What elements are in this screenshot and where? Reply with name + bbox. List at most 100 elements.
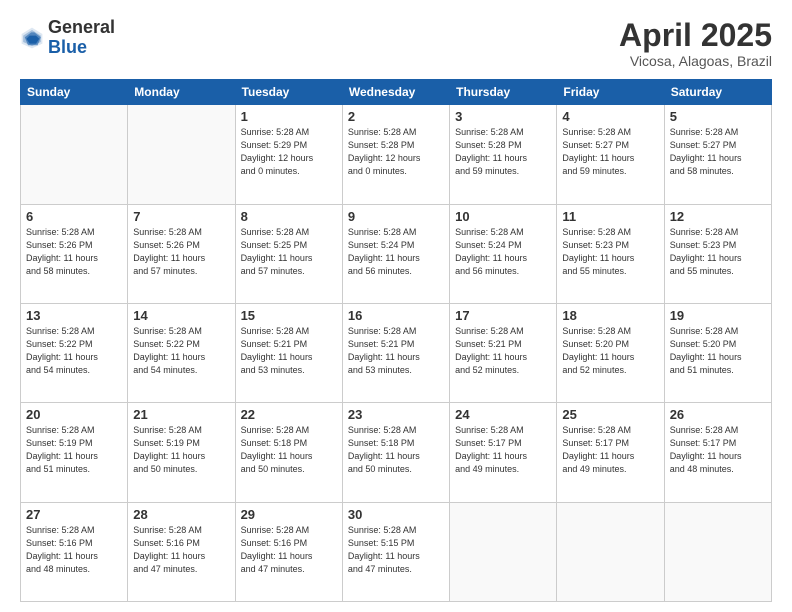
calendar-table: Sunday Monday Tuesday Wednesday Thursday… (20, 79, 772, 602)
table-row: 20 Sunrise: 5:28 AM Sunset: 5:19 PM Dayli… (21, 403, 128, 502)
table-row: 15 Sunrise: 5:28 AM Sunset: 5:21 PM Dayli… (235, 303, 342, 402)
table-row: 7Sunrise: 5:28 AM Sunset: 5:26 PM Daylig… (128, 204, 235, 303)
day-info: Sunrise: 5:28 AM Sunset: 5:20 PM Dayligh… (562, 325, 658, 377)
day-number: 7 (133, 209, 229, 224)
day-number: 29 (241, 507, 337, 522)
calendar-week-row: 13 Sunrise: 5:28 AM Sunset: 5:22 PM Dayli… (21, 303, 772, 402)
table-row: 1 Sunrise: 5:28 AM Sunset: 5:29 PM Daylig… (235, 105, 342, 204)
table-row (450, 502, 557, 601)
col-monday: Monday (128, 80, 235, 105)
table-row: 24Sunrise: 5:28 AM Sunset: 5:17 PM Dayli… (450, 403, 557, 502)
day-number: 13 (26, 308, 122, 323)
day-info: Sunrise: 5:28 AM Sunset: 5:16 PM Dayligh… (26, 524, 122, 576)
day-info: Sunrise: 5:28 AM Sunset: 5:26 PM Dayligh… (26, 226, 122, 278)
day-info: Sunrise: 5:28 AM Sunset: 5:16 PM Dayligh… (241, 524, 337, 576)
day-info: Sunrise: 5:28 AM Sunset: 5:27 PM Dayligh… (562, 126, 658, 178)
table-row: 11Sunrise: 5:28 AM Sunset: 5:23 PM Dayli… (557, 204, 664, 303)
calendar-week-row: 1 Sunrise: 5:28 AM Sunset: 5:29 PM Daylig… (21, 105, 772, 204)
day-info: Sunrise: 5:28 AM Sunset: 5:29 PM Dayligh… (241, 126, 337, 178)
table-row: 19 Sunrise: 5:28 AM Sunset: 5:20 PM Dayli… (664, 303, 771, 402)
table-row: 23 Sunrise: 5:28 AM Sunset: 5:18 PM Dayli… (342, 403, 449, 502)
table-row: 22 Sunrise: 5:28 AM Sunset: 5:18 PM Dayli… (235, 403, 342, 502)
day-info: Sunrise: 5:28 AM Sunset: 5:24 PM Dayligh… (348, 226, 444, 278)
day-info: Sunrise: 5:28 AM Sunset: 5:27 PM Dayligh… (670, 126, 766, 178)
day-number: 22 (241, 407, 337, 422)
col-friday: Friday (557, 80, 664, 105)
day-info: Sunrise: 5:28 AM Sunset: 5:21 PM Dayligh… (241, 325, 337, 377)
col-saturday: Saturday (664, 80, 771, 105)
day-number: 20 (26, 407, 122, 422)
table-row: 17 Sunrise: 5:28 AM Sunset: 5:21 PM Dayli… (450, 303, 557, 402)
day-info: Sunrise: 5:28 AM Sunset: 5:18 PM Dayligh… (348, 424, 444, 476)
table-row: 27 Sunrise: 5:28 AM Sunset: 5:16 PM Dayli… (21, 502, 128, 601)
day-number: 21 (133, 407, 229, 422)
logo-icon (20, 26, 44, 50)
day-info: Sunrise: 5:28 AM Sunset: 5:25 PM Dayligh… (241, 226, 337, 278)
table-row: 25 Sunrise: 5:28 AM Sunset: 5:17 PM Dayli… (557, 403, 664, 502)
day-number: 4 (562, 109, 658, 124)
calendar-header-row: Sunday Monday Tuesday Wednesday Thursday… (21, 80, 772, 105)
day-number: 25 (562, 407, 658, 422)
table-row: 12 Sunrise: 5:28 AM Sunset: 5:23 PM Dayli… (664, 204, 771, 303)
table-row: 2 Sunrise: 5:28 AM Sunset: 5:28 PM Daylig… (342, 105, 449, 204)
day-info: Sunrise: 5:28 AM Sunset: 5:28 PM Dayligh… (455, 126, 551, 178)
table-row: 21 Sunrise: 5:28 AM Sunset: 5:19 PM Dayli… (128, 403, 235, 502)
day-number: 2 (348, 109, 444, 124)
day-number: 12 (670, 209, 766, 224)
day-info: Sunrise: 5:28 AM Sunset: 5:17 PM Dayligh… (670, 424, 766, 476)
table-row: 10 Sunrise: 5:28 AM Sunset: 5:24 PM Dayli… (450, 204, 557, 303)
day-number: 17 (455, 308, 551, 323)
col-tuesday: Tuesday (235, 80, 342, 105)
day-info: Sunrise: 5:28 AM Sunset: 5:21 PM Dayligh… (455, 325, 551, 377)
day-number: 1 (241, 109, 337, 124)
calendar-week-row: 20 Sunrise: 5:28 AM Sunset: 5:19 PM Dayli… (21, 403, 772, 502)
day-number: 14 (133, 308, 229, 323)
day-info: Sunrise: 5:28 AM Sunset: 5:17 PM Dayligh… (562, 424, 658, 476)
day-number: 15 (241, 308, 337, 323)
table-row: 28Sunrise: 5:28 AM Sunset: 5:16 PM Dayli… (128, 502, 235, 601)
day-info: Sunrise: 5:28 AM Sunset: 5:22 PM Dayligh… (133, 325, 229, 377)
col-wednesday: Wednesday (342, 80, 449, 105)
table-row: 5 Sunrise: 5:28 AM Sunset: 5:27 PM Daylig… (664, 105, 771, 204)
table-row: 4 Sunrise: 5:28 AM Sunset: 5:27 PM Daylig… (557, 105, 664, 204)
logo-blue: Blue (48, 38, 115, 58)
table-row: 3 Sunrise: 5:28 AM Sunset: 5:28 PM Daylig… (450, 105, 557, 204)
month-title: April 2025 (619, 18, 772, 53)
day-number: 27 (26, 507, 122, 522)
day-info: Sunrise: 5:28 AM Sunset: 5:19 PM Dayligh… (26, 424, 122, 476)
day-info: Sunrise: 5:28 AM Sunset: 5:21 PM Dayligh… (348, 325, 444, 377)
col-sunday: Sunday (21, 80, 128, 105)
table-row (21, 105, 128, 204)
table-row: 29 Sunrise: 5:28 AM Sunset: 5:16 PM Dayli… (235, 502, 342, 601)
day-number: 11 (562, 209, 658, 224)
day-number: 10 (455, 209, 551, 224)
day-number: 3 (455, 109, 551, 124)
header: General Blue April 2025 Vicosa, Alagoas,… (20, 18, 772, 69)
table-row: 13Sunrise: 5:28 AM Sunset: 5:22 PM Dayli… (21, 303, 128, 402)
table-row (664, 502, 771, 601)
day-number: 30 (348, 507, 444, 522)
table-row: 26Sunrise: 5:28 AM Sunset: 5:17 PM Dayli… (664, 403, 771, 502)
day-info: Sunrise: 5:28 AM Sunset: 5:20 PM Dayligh… (670, 325, 766, 377)
table-row: 18Sunrise: 5:28 AM Sunset: 5:20 PM Dayli… (557, 303, 664, 402)
title-block: April 2025 Vicosa, Alagoas, Brazil (619, 18, 772, 69)
day-number: 5 (670, 109, 766, 124)
day-number: 23 (348, 407, 444, 422)
day-number: 19 (670, 308, 766, 323)
table-row: 8Sunrise: 5:28 AM Sunset: 5:25 PM Daylig… (235, 204, 342, 303)
day-info: Sunrise: 5:28 AM Sunset: 5:23 PM Dayligh… (670, 226, 766, 278)
day-info: Sunrise: 5:28 AM Sunset: 5:28 PM Dayligh… (348, 126, 444, 178)
table-row: 14 Sunrise: 5:28 AM Sunset: 5:22 PM Dayli… (128, 303, 235, 402)
table-row (128, 105, 235, 204)
day-info: Sunrise: 5:28 AM Sunset: 5:18 PM Dayligh… (241, 424, 337, 476)
logo-text: General Blue (48, 18, 115, 58)
table-row: 9Sunrise: 5:28 AM Sunset: 5:24 PM Daylig… (342, 204, 449, 303)
table-row: 16Sunrise: 5:28 AM Sunset: 5:21 PM Dayli… (342, 303, 449, 402)
day-info: Sunrise: 5:28 AM Sunset: 5:19 PM Dayligh… (133, 424, 229, 476)
day-number: 24 (455, 407, 551, 422)
table-row: 6 Sunrise: 5:28 AM Sunset: 5:26 PM Daylig… (21, 204, 128, 303)
day-info: Sunrise: 5:28 AM Sunset: 5:24 PM Dayligh… (455, 226, 551, 278)
day-number: 6 (26, 209, 122, 224)
calendar-week-row: 6 Sunrise: 5:28 AM Sunset: 5:26 PM Daylig… (21, 204, 772, 303)
col-thursday: Thursday (450, 80, 557, 105)
